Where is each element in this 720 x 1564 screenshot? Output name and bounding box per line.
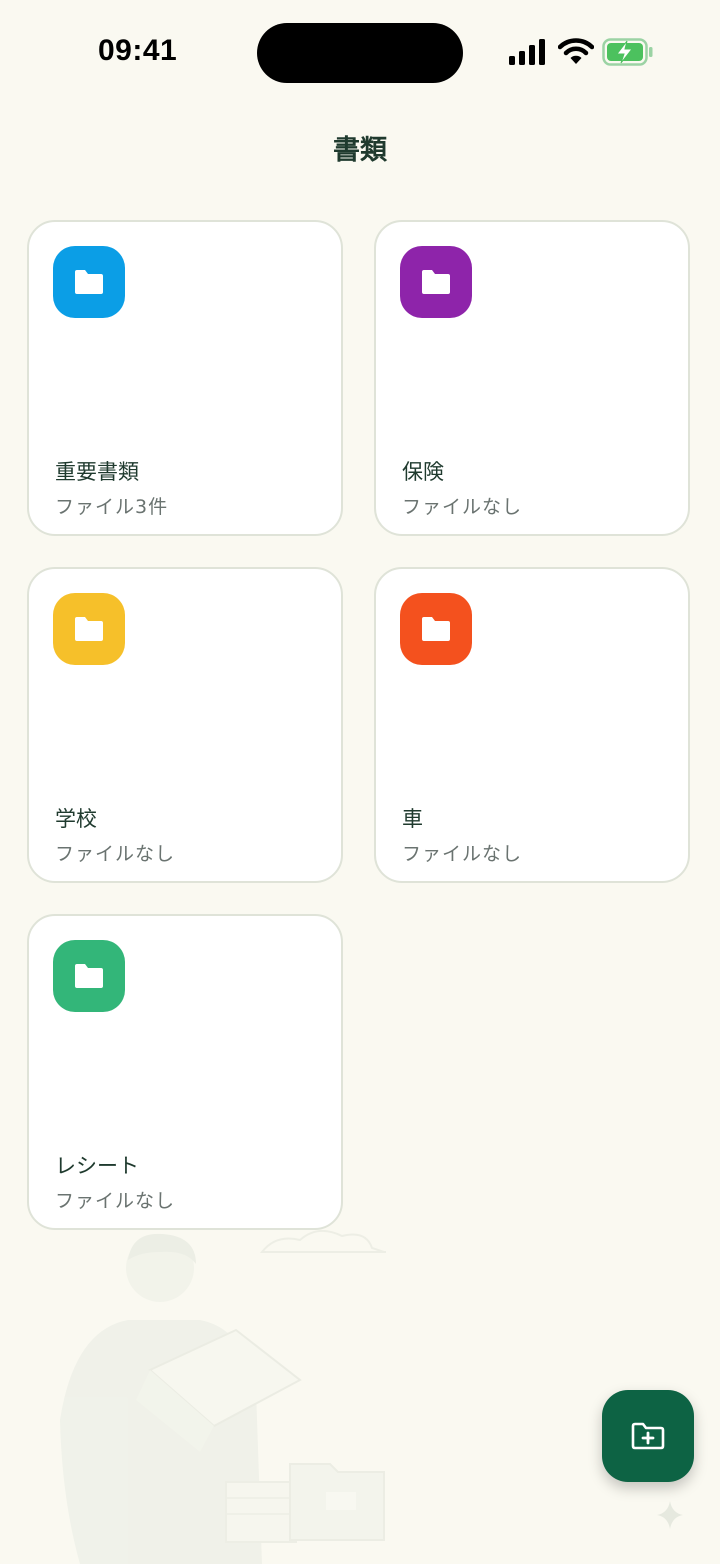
folder-name: 保険 (402, 460, 444, 484)
folder-name: 重要書類 (55, 460, 139, 484)
status-bar: 09:41 (0, 0, 720, 100)
folder-file-count: ファイルなし (402, 843, 523, 865)
folder-card-important-documents[interactable]: 重要書類 ファイル3件 (27, 220, 343, 536)
folder-icon (422, 270, 450, 294)
folder-name: 車 (402, 807, 423, 831)
folder-file-count: ファイルなし (55, 1190, 176, 1212)
folder-tile (53, 593, 125, 665)
status-time: 09:41 (98, 34, 178, 67)
folder-icon (75, 270, 103, 294)
add-folder-button[interactable] (602, 1390, 694, 1482)
status-icons (508, 36, 658, 70)
folder-tile (53, 940, 125, 1012)
folder-icon (422, 617, 450, 641)
folder-file-count: ファイルなし (402, 496, 523, 518)
folder-name: 学校 (55, 807, 97, 831)
sparkle-icon (657, 1501, 683, 1529)
folder-card-insurance[interactable]: 保険 ファイルなし (374, 220, 690, 536)
page-title: 書類 (333, 135, 387, 166)
folder-icon (75, 964, 103, 988)
reading-person-illustration (60, 1229, 386, 1564)
cellular-signal-icon (509, 39, 545, 65)
folder-file-count: ファイルなし (55, 843, 176, 865)
wifi-icon (558, 38, 594, 64)
battery-charging-icon (602, 38, 653, 66)
folder-name: レシート (55, 1154, 139, 1178)
folder-tile (400, 593, 472, 665)
folder-file-count: ファイル3件 (55, 496, 169, 518)
folder-icon (75, 617, 103, 641)
dynamic-island (257, 23, 463, 83)
folder-card-car[interactable]: 車 ファイルなし (374, 567, 690, 883)
folder-tile (53, 246, 125, 318)
folder-card-school[interactable]: 学校 ファイルなし (27, 567, 343, 883)
folder-card-receipts[interactable]: レシート ファイルなし (27, 914, 343, 1230)
folder-plus-icon (631, 1422, 665, 1450)
folder-tile (400, 246, 472, 318)
